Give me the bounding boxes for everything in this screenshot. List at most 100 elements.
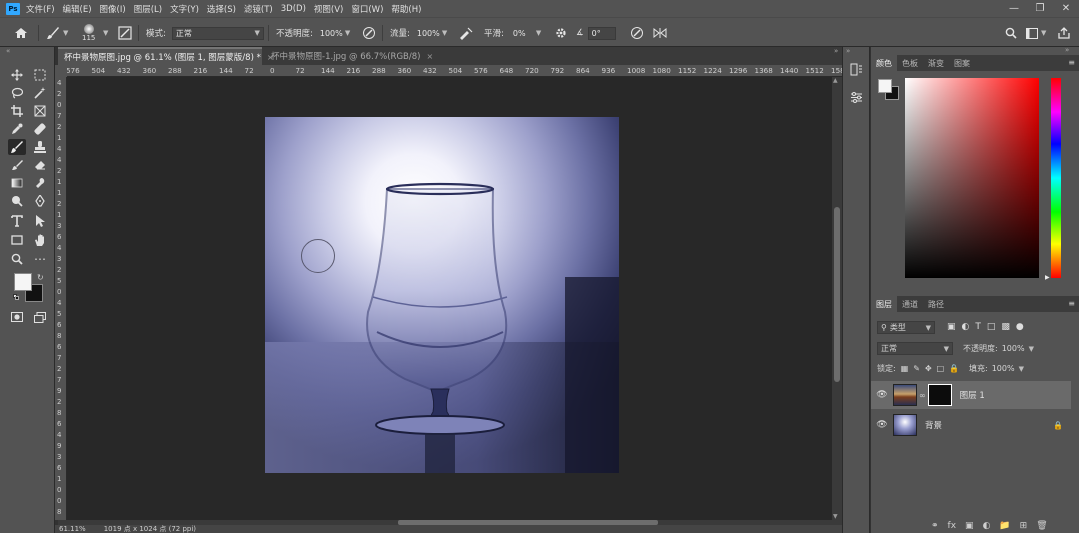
tab-patterns[interactable]: 图案	[949, 55, 975, 71]
gear-icon[interactable]	[555, 18, 567, 48]
layer-mask-thumbnail[interactable]	[927, 384, 952, 406]
healing-brush-tool-icon[interactable]	[31, 121, 49, 137]
color-picker-field[interactable]	[905, 78, 1039, 278]
menu-view[interactable]: 视图(V)	[314, 3, 343, 15]
more-tools-icon[interactable]: ⋯	[31, 251, 49, 267]
tab-document-active[interactable]: 杯中景物原图.jpg @ 61.1% (图层 1, 图层蒙版/8) * ×	[58, 47, 274, 65]
eraser-tool-icon[interactable]	[31, 157, 49, 173]
lasso-tool-icon[interactable]	[8, 85, 26, 101]
menu-help[interactable]: 帮助(H)	[391, 3, 421, 15]
home-icon[interactable]	[14, 18, 28, 48]
menu-edit[interactable]: 编辑(E)	[63, 3, 92, 15]
menu-layer[interactable]: 图层(L)	[134, 3, 162, 15]
eye-visibility-icon[interactable]: 👁	[871, 420, 893, 430]
menu-file[interactable]: 文件(F)	[26, 3, 55, 15]
menu-3d[interactable]: 3D(D)	[281, 4, 306, 14]
default-colors-icon[interactable]	[13, 294, 20, 301]
filter-type-icon[interactable]: T	[975, 322, 981, 332]
pressure-opacity-icon[interactable]	[362, 18, 376, 48]
link-layers-icon[interactable]: ⚭	[931, 521, 939, 531]
document-info[interactable]: 1019 点 x 1024 点 (72 ppi)	[104, 524, 196, 533]
menu-filter[interactable]: 滤镜(T)	[244, 3, 273, 15]
menu-image[interactable]: 图像(I)	[100, 3, 126, 15]
move-tool-icon[interactable]	[8, 67, 26, 83]
tab-paths[interactable]: 路径	[923, 296, 949, 312]
brush-size-picker[interactable]: 115	[82, 18, 95, 48]
filter-pixel-icon[interactable]: ▣	[947, 322, 956, 332]
filter-smart-object-icon[interactable]: ▩	[1001, 322, 1010, 332]
dodge-tool-icon[interactable]	[8, 193, 26, 209]
lock-position-icon[interactable]: ✥	[925, 364, 932, 373]
lock-transparent-icon[interactable]: ▦	[901, 364, 909, 373]
brush-settings-icon[interactable]	[118, 18, 132, 48]
hue-slider-handle-icon[interactable]: ▶	[1045, 274, 1050, 281]
symmetry-icon[interactable]	[652, 18, 668, 48]
path-selection-tool-icon[interactable]	[31, 213, 49, 229]
brush-tool-preset-icon[interactable]: ▼	[46, 18, 68, 48]
adjustments-panel-icon[interactable]	[850, 91, 863, 104]
menu-select[interactable]: 选择(S)	[207, 3, 236, 15]
airbrush-icon[interactable]	[458, 18, 474, 48]
add-mask-icon[interactable]: ▣	[965, 521, 974, 531]
tab-layers[interactable]: 图层	[871, 296, 897, 312]
minimize-icon[interactable]: —	[1001, 0, 1027, 17]
filter-toggle-icon[interactable]: ●	[1016, 322, 1024, 332]
rectangle-tool-icon[interactable]	[8, 232, 26, 248]
hue-slider[interactable]	[1051, 78, 1061, 278]
layer-name[interactable]: 背景	[925, 419, 942, 431]
tab-document-inactive[interactable]: 杯中景物原图-1.jpg @ 66.7%(RGB/8) ×	[265, 47, 437, 65]
layer-row-layer1[interactable]: 👁 ∞ 图层 1	[871, 381, 1071, 409]
search-icon[interactable]	[1005, 18, 1017, 48]
workspace-icon[interactable]: ▼	[1026, 18, 1046, 48]
chevron-down-icon[interactable]: ▼	[442, 29, 447, 37]
restore-icon[interactable]: ❐	[1027, 0, 1053, 17]
color-panel-foreground-swatch[interactable]	[878, 79, 892, 93]
chain-link-icon[interactable]: ∞	[919, 391, 926, 400]
chevron-down-icon[interactable]: ▼	[1019, 365, 1024, 373]
chevron-down-icon[interactable]: ▼	[1029, 345, 1034, 353]
clone-stamp-tool-icon[interactable]	[31, 139, 49, 155]
marquee-tool-icon[interactable]	[31, 67, 49, 83]
lock-image-icon[interactable]: ✎	[913, 364, 920, 373]
layer-row-background[interactable]: 👁 背景 🔒	[871, 411, 1071, 439]
hand-tool-icon[interactable]	[31, 232, 49, 248]
eyedropper-tool-icon[interactable]	[8, 121, 26, 137]
panel-menu-icon[interactable]: ≡	[1068, 299, 1075, 308]
swap-colors-icon[interactable]: ↻	[37, 273, 44, 282]
eye-visibility-icon[interactable]: 👁	[871, 390, 893, 400]
flow-input[interactable]: 100%	[414, 27, 440, 40]
blend-mode-select[interactable]: 正常 ▼	[171, 26, 264, 40]
delete-layer-icon[interactable]: 🗑	[1036, 521, 1047, 531]
layer-name[interactable]: 图层 1	[960, 389, 985, 401]
fill-value[interactable]: 100%	[992, 364, 1015, 373]
scroll-down-icon[interactable]: ▼	[833, 513, 838, 520]
tab-gradients[interactable]: 渐变	[923, 55, 949, 71]
collapse-icon[interactable]: »	[1065, 46, 1069, 54]
lock-artboard-icon[interactable]: □	[937, 364, 945, 373]
filter-shape-icon[interactable]: □	[987, 322, 996, 332]
smoothing-input[interactable]: 0%	[510, 27, 532, 40]
pen-tool-icon[interactable]	[31, 193, 49, 209]
filter-adjustment-icon[interactable]: ◐	[962, 322, 970, 332]
smudge-tool-icon[interactable]	[31, 175, 49, 191]
magic-wand-tool-icon[interactable]	[31, 85, 49, 101]
foreground-color-swatch[interactable]	[14, 273, 32, 291]
scroll-up-icon[interactable]: ▲	[833, 77, 838, 84]
quick-mask-icon[interactable]	[8, 309, 26, 325]
layer-style-icon[interactable]: fx	[948, 521, 957, 531]
scrollbar-thumb[interactable]	[834, 207, 840, 382]
tab-color[interactable]: 颜色	[871, 55, 897, 71]
screen-mode-icon[interactable]	[31, 309, 49, 325]
share-icon[interactable]	[1058, 18, 1070, 48]
close-icon[interactable]: ×	[426, 52, 433, 61]
layer-filter-select[interactable]: ⚲ 类型 ▼	[877, 321, 935, 334]
chevron-down-icon[interactable]: ▼	[100, 18, 108, 48]
type-tool-icon[interactable]	[8, 213, 26, 229]
brush-tool-icon[interactable]	[8, 139, 26, 155]
zoom-tool-icon[interactable]	[8, 251, 26, 267]
history-panel-icon[interactable]	[850, 63, 863, 76]
gradient-tool-icon[interactable]	[8, 175, 26, 191]
collapse-icon[interactable]: »	[834, 47, 838, 55]
document-image-wineglass[interactable]	[265, 117, 619, 473]
crop-tool-icon[interactable]	[8, 103, 26, 119]
